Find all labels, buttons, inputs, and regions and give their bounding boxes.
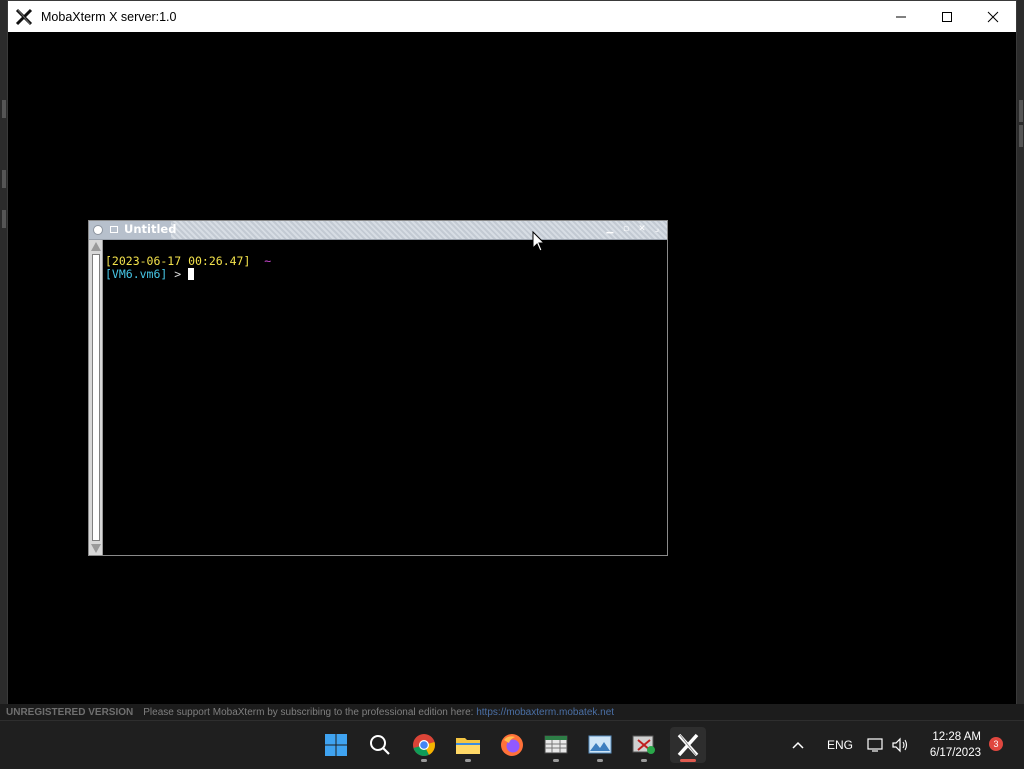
- scroll-up-arrow-icon[interactable]: [91, 242, 101, 251]
- xterm-titlebar[interactable]: Untitled ▁ ▫ ✕ ⌟: [89, 221, 667, 240]
- volume-button[interactable]: [891, 721, 909, 769]
- file-explorer-button[interactable]: [450, 727, 486, 763]
- window-menu-dot-icon[interactable]: [93, 225, 103, 235]
- window-icon[interactable]: [110, 226, 118, 233]
- search-icon: [370, 735, 390, 755]
- support-link[interactable]: https://mobaxterm.mobatek.net: [476, 707, 614, 718]
- mobaxterm-logo-icon: [15, 8, 33, 25]
- prompt-timestamp: [2023-06-17 00:26.47]: [105, 254, 251, 268]
- scroll-down-arrow-icon[interactable]: [91, 544, 101, 553]
- firefox-icon: [501, 734, 523, 756]
- speaker-icon: [892, 737, 908, 753]
- support-message: Please support MobaXterm by subscribing …: [143, 707, 474, 718]
- minimize-button[interactable]: [878, 1, 924, 32]
- xterm-resize-icon[interactable]: ⌟: [652, 224, 662, 234]
- close-icon: [987, 11, 999, 22]
- snipping-tool-icon: [632, 735, 655, 754]
- xterm-title: Untitled: [124, 222, 177, 236]
- file-explorer-icon: [456, 738, 480, 754]
- photos-app-icon: [588, 735, 612, 754]
- window-titlebar[interactable]: MobaXterm X server:1.0: [8, 1, 1016, 32]
- firefox-button[interactable]: [494, 727, 530, 763]
- chevron-up-icon: [792, 741, 804, 749]
- unregistered-label: UNREGISTERED VERSION: [6, 707, 134, 718]
- chrome-icon: [413, 734, 435, 756]
- close-button[interactable]: [970, 1, 1016, 32]
- terminal-cursor: [188, 268, 195, 280]
- minimize-icon: [896, 16, 906, 17]
- xterm-scrollbar[interactable]: [89, 240, 103, 555]
- xterm-window: Untitled ▁ ▫ ✕ ⌟ [2023-06-17 00:26.47] ~…: [88, 220, 668, 556]
- start-icon: [325, 734, 347, 756]
- xterm-minimize-button[interactable]: ▁: [605, 224, 615, 234]
- language-indicator[interactable]: ENG: [827, 721, 853, 769]
- maximize-icon: [942, 11, 952, 22]
- spreadsheet-app-button[interactable]: [538, 727, 574, 763]
- show-hidden-icons-button[interactable]: [791, 721, 805, 769]
- mobaxterm-taskbar-button[interactable]: [670, 727, 706, 763]
- desktop-right-edge: [1016, 0, 1024, 720]
- maximize-button[interactable]: [924, 1, 970, 32]
- network-icon: [867, 738, 883, 752]
- prompt-host: [VM6.vm6]: [105, 267, 168, 281]
- prompt-directory: ~: [264, 254, 272, 268]
- notification-badge[interactable]: 3: [989, 737, 1003, 751]
- clock[interactable]: 12:28 AM 6/17/2023: [930, 729, 981, 761]
- photos-app-button[interactable]: [582, 727, 618, 763]
- spreadsheet-app-icon: [544, 735, 568, 754]
- xterm-maximize-button[interactable]: ▫: [621, 224, 631, 234]
- network-button[interactable]: [867, 721, 885, 769]
- clock-time: 12:28 AM: [932, 731, 981, 743]
- window-title: MobaXterm X server:1.0: [41, 9, 177, 24]
- snipping-tool-button[interactable]: [626, 727, 662, 763]
- unregistered-status-bar: UNREGISTERED VERSION Please support MobaX…: [0, 704, 1024, 721]
- terminal-output[interactable]: [2023-06-17 00:26.47] ~ [VM6.vm6] >: [103, 240, 667, 555]
- mobaxterm-icon: [677, 733, 699, 757]
- chrome-button[interactable]: [406, 727, 442, 763]
- scrollbar-track[interactable]: [92, 254, 100, 541]
- clock-date: 6/17/2023: [929, 747, 981, 759]
- prompt-symbol: >: [167, 267, 189, 281]
- taskbar: ENG 12:28 AM 6/17/2023 3: [0, 720, 1024, 768]
- xterm-close-button[interactable]: ✕: [637, 224, 647, 234]
- start-button[interactable]: [318, 727, 354, 763]
- search-button[interactable]: [362, 727, 398, 763]
- mouse-pointer-icon: [532, 231, 546, 252]
